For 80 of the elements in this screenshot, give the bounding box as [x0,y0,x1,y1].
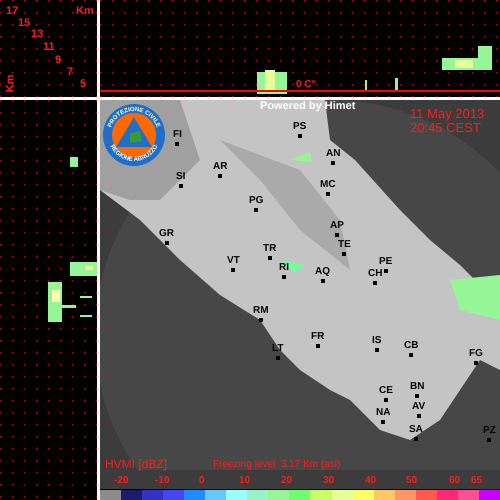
city-label: AP [330,221,344,231]
height-label: 13 [31,29,44,40]
city-marker [334,233,339,237]
scale-tick-label: 65 [471,476,482,486]
scale-tick-label: 20 [281,476,292,486]
city-label: NA [376,408,390,418]
city-marker [276,356,280,360]
city-label: CH [368,269,382,279]
city-label: SI [176,172,186,182]
scale-tick-label: 0 [199,476,205,486]
city-marker [320,279,324,283]
city-label: PE [379,257,392,267]
city-marker [178,184,183,188]
city-label: FI [173,130,182,140]
city-marker [342,252,346,256]
city-marker [474,361,478,365]
city-label: PG [249,196,264,206]
height-label: 5 [80,79,86,90]
city-marker [384,398,388,402]
city-label: GR [159,229,174,239]
city-label: AR [213,162,228,172]
city-marker [218,174,222,178]
city-label: BN [410,382,424,392]
city-label: CE [379,386,393,396]
city-marker [164,241,168,245]
city-label: RM [253,306,269,316]
scale-tick-label: 30 [323,476,334,486]
unit-label: Km [76,6,94,17]
city-marker [414,437,418,441]
city-label: TE [338,240,351,250]
city-marker [326,192,330,196]
city-label: SA [409,425,423,435]
scale-tick-label: 60 [449,476,460,486]
scale-tick-label: -20 [114,476,128,486]
city-marker [258,318,263,322]
city-label: AQ [315,267,330,277]
city-label: FR [311,332,324,342]
city-marker [298,134,302,138]
credit-text: Powered by Himet [260,101,356,112]
city-marker [175,142,180,146]
city-marker [373,281,378,285]
legend-title: HVMI [dBZ] [105,458,168,470]
city-marker [316,344,320,348]
scale-tick-label: -10 [155,476,170,486]
time-text: 20:45 CEST [410,121,481,134]
height-label: 15 [18,18,30,29]
unit-label: Km [5,74,16,92]
city-marker [416,414,421,418]
city-label: MC [320,180,336,190]
city-marker [331,161,336,165]
city-label: AN [326,149,340,159]
height-label: 17 [6,6,18,17]
city-label: CB [404,341,418,351]
city-label: IS [372,336,382,346]
height-label: 11 [43,42,55,53]
city-marker [254,208,258,212]
scale-tick-label: 10 [239,476,250,486]
height-label: 7 [67,67,74,78]
city-marker [415,394,420,398]
city-label: AV [412,402,426,412]
city-marker [231,268,236,272]
date-text: 11 May 2013 [410,107,484,120]
city-marker [487,438,492,442]
city-label: TR [263,244,276,254]
city-label: PZ [483,426,496,436]
city-label: RI [279,263,289,273]
freezing-level-text: Freezing level 3.17 Km (asl) [213,460,340,470]
city-marker [384,269,388,273]
scale-tick-label: 40 [365,476,376,486]
city-marker [374,348,379,352]
freezing-label: 0 C° [296,80,316,90]
city-marker [268,256,272,260]
city-label: PS [293,122,306,132]
height-label: 9 [55,55,62,66]
city-marker [282,275,286,279]
scale-tick-label: 50 [406,476,418,486]
city-marker [409,353,414,357]
city-marker [381,420,386,424]
city-label: FG [469,349,483,359]
city-label: VT [227,256,240,266]
